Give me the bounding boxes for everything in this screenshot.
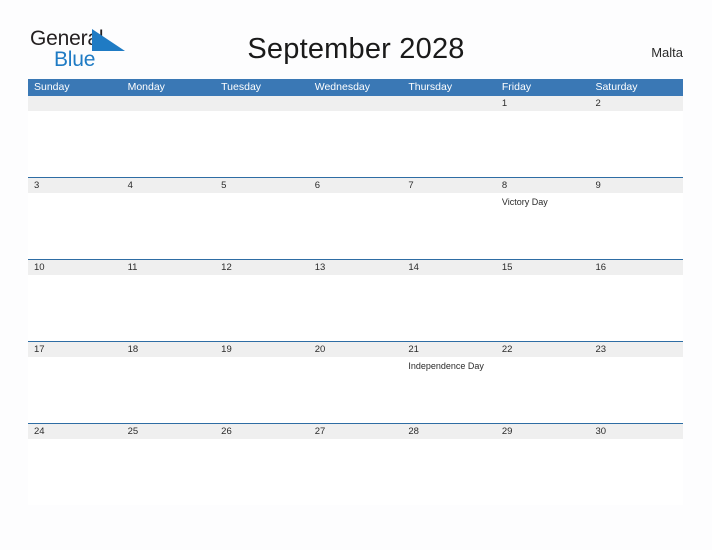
day-cell[interactable] [496,357,590,423]
day-cell[interactable] [215,275,309,341]
day-number[interactable]: 20 [309,342,403,357]
day-cell[interactable] [28,111,122,177]
country-label: Malta [651,45,683,60]
day-number[interactable]: 12 [215,260,309,275]
day-number[interactable]: 6 [309,178,403,193]
day-cell[interactable] [402,439,496,505]
day-cell[interactable] [215,193,309,259]
week-event-band [28,275,683,341]
day-number[interactable]: 10 [28,260,122,275]
day-cell-holiday[interactable]: Independence Day [402,357,496,423]
day-cell[interactable] [309,275,403,341]
day-number[interactable]: 24 [28,424,122,439]
day-cell[interactable] [122,357,216,423]
day-number[interactable]: 30 [589,424,683,439]
day-cell[interactable] [496,275,590,341]
day-number[interactable]: 16 [589,260,683,275]
day-number[interactable]: 29 [496,424,590,439]
day-number[interactable]: 19 [215,342,309,357]
day-cell[interactable] [122,111,216,177]
event-label: Independence Day [408,361,484,371]
week-event-band [28,111,683,177]
calendar-grid: Sunday Monday Tuesday Wednesday Thursday… [28,79,683,505]
day-cell[interactable] [496,111,590,177]
day-cell[interactable] [28,439,122,505]
day-cell[interactable] [589,111,683,177]
day-number[interactable]: 27 [309,424,403,439]
day-cell[interactable] [122,193,216,259]
day-cell[interactable] [122,275,216,341]
weekday-header-tuesday: Tuesday [221,81,262,93]
weekday-header-thursday: Thursday [408,81,453,93]
day-cell[interactable] [215,357,309,423]
day-cell-holiday[interactable]: Victory Day [496,193,590,259]
calendar-week-row: 3 4 5 6 7 8 9 Victory Day [28,177,683,259]
calendar-week-row: 10 11 12 13 14 15 16 [28,259,683,341]
week-date-band: 3 4 5 6 7 8 9 [28,178,683,193]
page-header: General Blue September 2028 Malta [0,0,712,78]
day-number[interactable]: 9 [589,178,683,193]
day-cell[interactable] [309,193,403,259]
day-cell[interactable] [402,193,496,259]
day-number[interactable]: 2 [589,96,683,111]
day-number[interactable]: 13 [309,260,403,275]
day-cell[interactable] [28,193,122,259]
weekday-header-sunday: Sunday [34,81,70,93]
day-cell[interactable] [309,111,403,177]
day-cell[interactable] [589,439,683,505]
day-cell[interactable] [589,193,683,259]
weekday-header-row: Sunday Monday Tuesday Wednesday Thursday… [28,79,683,96]
day-number[interactable]: 8 [496,178,590,193]
calendar-week-row: 24 25 26 27 28 29 30 [28,423,683,505]
day-number[interactable]: 22 [496,342,590,357]
day-cell[interactable] [309,357,403,423]
day-number[interactable]: 28 [402,424,496,439]
week-date-band: 10 11 12 13 14 15 16 [28,260,683,275]
day-cell[interactable] [215,111,309,177]
week-event-band [28,439,683,505]
day-number[interactable]: 23 [589,342,683,357]
week-event-band: Independence Day [28,357,683,423]
weekday-header-wednesday: Wednesday [314,81,370,93]
day-cell[interactable] [402,111,496,177]
day-cell[interactable] [589,275,683,341]
week-date-band: 24 25 26 27 28 29 30 [28,424,683,439]
day-number[interactable]: 15 [496,260,590,275]
day-number[interactable]: 17 [28,342,122,357]
day-cell[interactable] [28,275,122,341]
day-cell[interactable] [309,439,403,505]
page-title: September 2028 [247,33,465,65]
weekday-header-monday: Monday [127,81,165,93]
day-cell[interactable] [402,275,496,341]
day-number[interactable]: 14 [402,260,496,275]
day-number[interactable]: 18 [122,342,216,357]
day-number[interactable] [122,96,216,111]
day-number[interactable]: 11 [122,260,216,275]
week-date-band: 1 2 [28,96,683,111]
day-cell[interactable] [496,439,590,505]
day-number[interactable]: 7 [402,178,496,193]
day-cell[interactable] [589,357,683,423]
calendar-week-row: 1 2 [28,96,683,177]
day-number[interactable]: 1 [496,96,590,111]
day-number[interactable]: 21 [402,342,496,357]
day-number[interactable]: 3 [28,178,122,193]
day-number[interactable]: 25 [122,424,216,439]
week-event-band: Victory Day [28,193,683,259]
weekday-header-saturday: Saturday [595,81,638,93]
week-date-band: 17 18 19 20 21 22 23 [28,342,683,357]
day-number[interactable] [215,96,309,111]
event-label: Victory Day [501,197,548,207]
day-number[interactable] [309,96,403,111]
day-number[interactable]: 4 [122,178,216,193]
day-number[interactable]: 26 [215,424,309,439]
weekday-header-friday: Friday [501,81,532,93]
day-number[interactable]: 5 [215,178,309,193]
day-cell[interactable] [215,439,309,505]
day-cell[interactable] [122,439,216,505]
day-number[interactable] [402,96,496,111]
day-number[interactable] [28,96,122,111]
day-cell[interactable] [28,357,122,423]
calendar-week-row: 17 18 19 20 21 22 23 Independence Day [28,341,683,423]
